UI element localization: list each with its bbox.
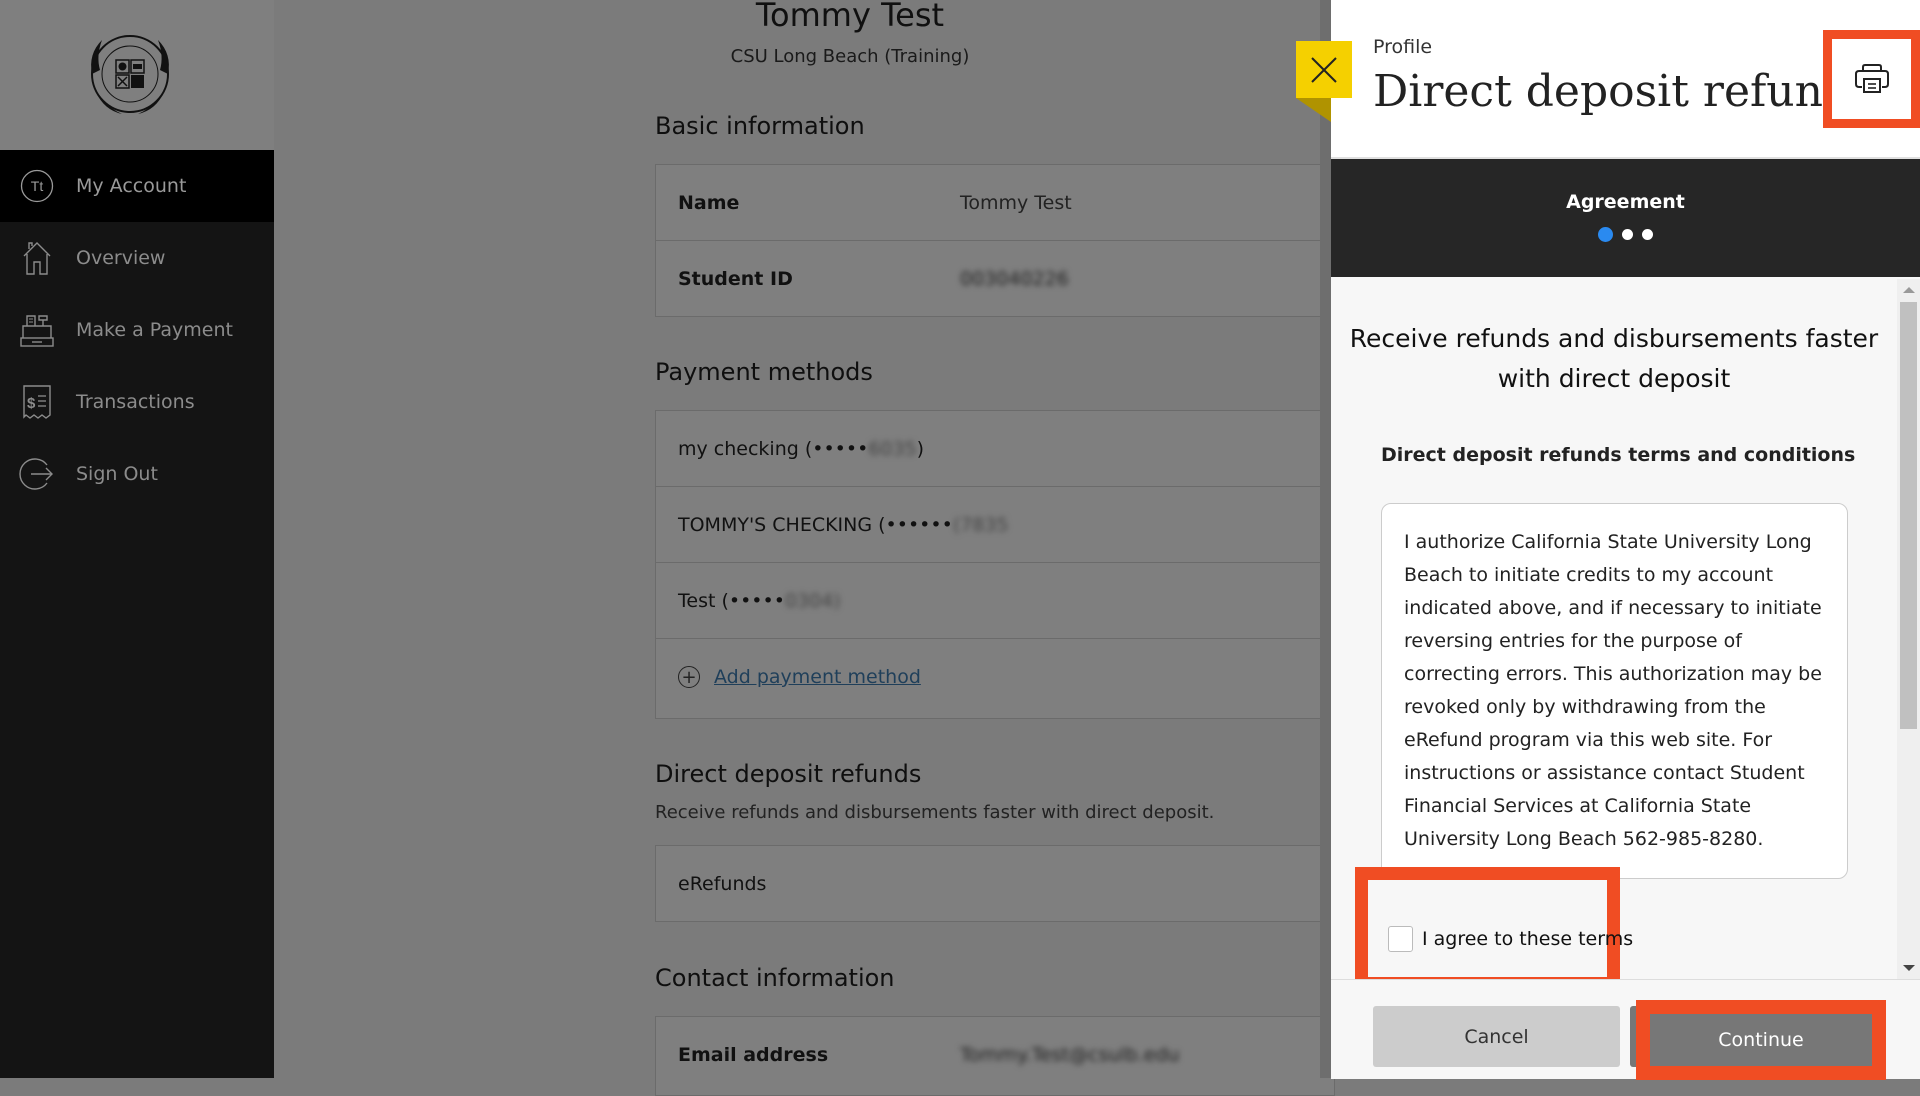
avatar-initials-icon: Tt bbox=[18, 167, 56, 205]
sidebar-item-make-a-payment[interactable]: Make a Payment bbox=[0, 294, 274, 366]
info-row: Name Tommy Test bbox=[656, 165, 1334, 241]
payment-method-name: Test (••••• bbox=[678, 589, 785, 612]
close-button-fold bbox=[1296, 98, 1331, 122]
basic-info-heading: Basic information bbox=[655, 112, 865, 140]
agree-checkbox[interactable] bbox=[1388, 926, 1413, 952]
continue-highlight: Continue bbox=[1636, 1000, 1886, 1080]
add-payment-method-link[interactable]: Add payment method bbox=[714, 666, 921, 688]
direct-deposit-card: eRefunds bbox=[655, 845, 1335, 922]
close-panel-button[interactable] bbox=[1296, 41, 1352, 98]
info-label: Email address bbox=[678, 1044, 829, 1066]
panel-scrollbar[interactable] bbox=[1897, 279, 1920, 979]
panel-headline: Receive refunds and disbursements faster… bbox=[1349, 324, 1879, 393]
info-label: Name bbox=[678, 191, 740, 214]
terms-text-box: I authorize California State University … bbox=[1381, 503, 1848, 879]
sign-out-icon bbox=[18, 455, 56, 493]
continue-button[interactable]: Continue bbox=[1650, 1014, 1872, 1066]
sidebar-item-label: My Account bbox=[76, 175, 187, 197]
svg-text:$: $ bbox=[27, 395, 36, 412]
student-id-value-blurred: 003040226 bbox=[960, 268, 1069, 290]
erefunds-item[interactable]: eRefunds bbox=[656, 846, 1334, 922]
step-dot bbox=[1642, 229, 1653, 240]
masked-account-digits: 0304) bbox=[784, 589, 841, 612]
payment-method-item[interactable]: TOMMY'S CHECKING (•••••• (7835 bbox=[656, 487, 1334, 563]
home-icon bbox=[18, 239, 56, 277]
direct-deposit-panel: Profile Direct deposit refunds Agreement… bbox=[1331, 0, 1920, 1080]
step-dot bbox=[1622, 229, 1633, 240]
add-payment-row: + Add payment method bbox=[656, 639, 1334, 715]
cash-register-icon bbox=[18, 311, 56, 349]
sidebar-item-overview[interactable]: Overview bbox=[0, 222, 274, 294]
panel-shadow bbox=[1320, 0, 1331, 1078]
basic-info-card: Name Tommy Test Student ID 003040226 bbox=[655, 164, 1335, 317]
sidebar-item-my-account[interactable]: Tt My Account bbox=[0, 150, 274, 222]
printer-icon bbox=[1854, 64, 1889, 93]
scroll-down-arrow-icon[interactable] bbox=[1903, 965, 1915, 971]
profile-page: Tommy Test CSU Long Beach (Training) Bas… bbox=[274, 0, 1335, 1096]
print-button[interactable] bbox=[1823, 30, 1920, 128]
agree-checkbox-row[interactable]: I agree to these terms bbox=[1388, 926, 1633, 952]
masked-account-digits: 6035 bbox=[868, 437, 917, 460]
sidebar-item-label: Make a Payment bbox=[76, 319, 233, 341]
payment-method-item[interactable]: Test (••••• 0304) bbox=[656, 563, 1334, 639]
breadcrumb[interactable]: Profile bbox=[1373, 36, 1432, 58]
contact-info-card: Email address Tommy.Test@csulb.edu bbox=[655, 1016, 1335, 1096]
plus-circle-icon: + bbox=[678, 666, 700, 688]
sidebar: Tt My Account Overview Make a Payment $ … bbox=[0, 0, 274, 1078]
sidebar-item-label: Sign Out bbox=[76, 463, 158, 485]
payment-methods-heading: Payment methods bbox=[655, 358, 873, 386]
masked-account-digits: (7835 bbox=[952, 513, 1009, 536]
panel-body: Receive refunds and disbursements faster… bbox=[1331, 279, 1897, 979]
panel-title: Direct deposit refunds bbox=[1373, 66, 1843, 117]
agree-highlight: I agree to these terms bbox=[1355, 867, 1633, 979]
info-label: Student ID bbox=[678, 268, 793, 290]
info-row: Student ID 003040226 bbox=[656, 241, 1334, 317]
step-indicator: Agreement bbox=[1331, 159, 1920, 277]
terms-heading: Direct deposit refunds terms and conditi… bbox=[1381, 444, 1856, 466]
agree-label: I agree to these terms bbox=[1422, 928, 1634, 950]
scroll-up-arrow-icon[interactable] bbox=[1903, 287, 1915, 293]
receipt-dollar-icon: $ bbox=[18, 383, 56, 421]
payment-method-item[interactable]: my checking (••••• 6035) bbox=[656, 411, 1334, 487]
step-label: Agreement bbox=[1566, 191, 1685, 213]
step-dots bbox=[1331, 227, 1920, 242]
panel-footer: Cancel Continue bbox=[1331, 979, 1920, 1080]
direct-deposit-description: Receive refunds and disbursements faster… bbox=[655, 802, 1215, 823]
sidebar-item-label: Overview bbox=[76, 247, 166, 269]
cancel-button[interactable]: Cancel bbox=[1373, 1006, 1620, 1067]
paren-close: ) bbox=[916, 437, 925, 460]
sidebar-item-label: Transactions bbox=[76, 391, 195, 413]
info-row: Email address Tommy.Test@csulb.edu bbox=[656, 1017, 1334, 1093]
payment-methods-card: my checking (••••• 6035) TOMMY'S CHECKING… bbox=[655, 410, 1335, 719]
erefunds-label: eRefunds bbox=[678, 873, 767, 895]
email-value-blurred: Tommy.Test@csulb.edu bbox=[960, 1044, 1180, 1066]
close-icon bbox=[1311, 56, 1337, 83]
university-seal-logo bbox=[91, 35, 169, 114]
scrollbar-thumb[interactable] bbox=[1900, 302, 1917, 729]
panel-header: Profile Direct deposit refunds bbox=[1331, 0, 1920, 159]
info-value: Tommy Test bbox=[960, 191, 1072, 214]
direct-deposit-heading: Direct deposit refunds bbox=[655, 760, 922, 788]
payment-method-name: my checking (••••• bbox=[678, 437, 869, 460]
contact-info-heading: Contact information bbox=[655, 964, 895, 992]
sidebar-item-transactions[interactable]: $ Transactions bbox=[0, 366, 274, 438]
payment-method-name: TOMMY'S CHECKING (•••••• bbox=[678, 513, 953, 536]
svg-text:Tt: Tt bbox=[31, 178, 44, 194]
step-dot-active bbox=[1598, 227, 1613, 242]
sidebar-item-sign-out[interactable]: Sign Out bbox=[0, 438, 274, 510]
